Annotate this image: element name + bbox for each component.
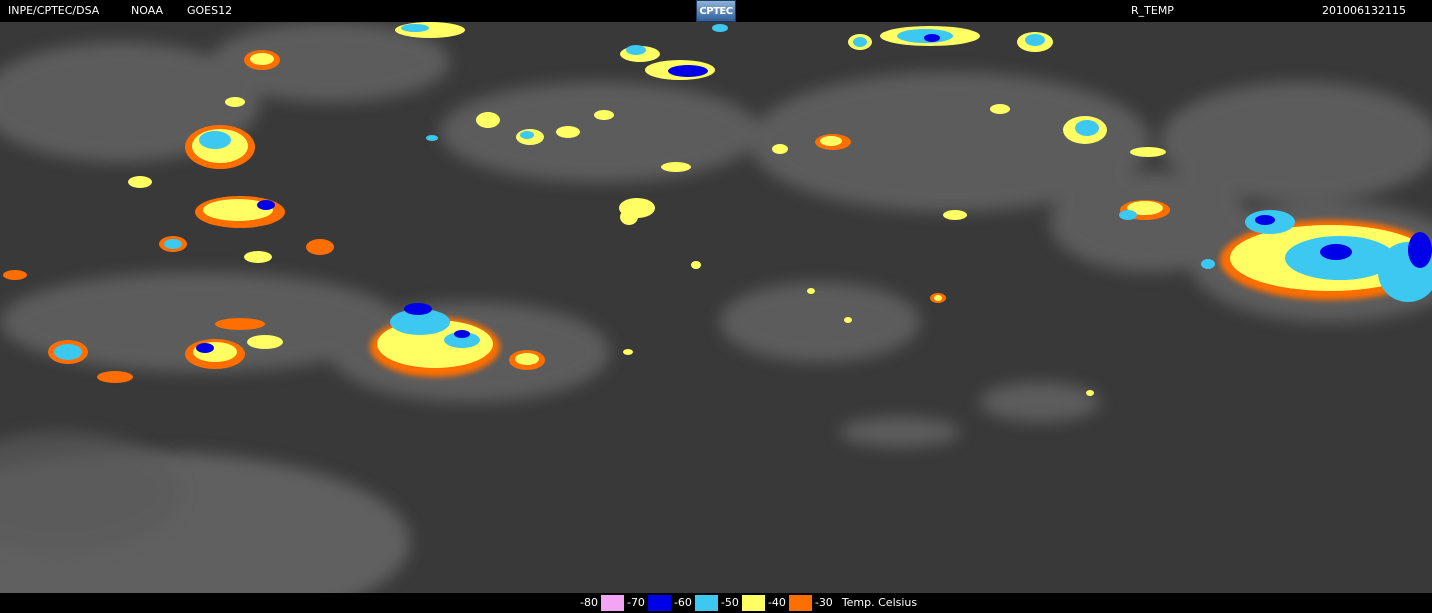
legend-bar: -80 -70 -60 -50 -40 -30 Temp. Celsius [0,593,1432,613]
logo-text: CPTEC [699,5,733,17]
legend-swatch [600,595,624,611]
product-label: R_TEMP [1131,4,1174,17]
legend-label: -40 [764,595,789,611]
legend-label: -60 [670,595,695,611]
header-bar: INPE/CPTEC/DSA NOAA GOES12 CPTEC R_TEMP … [0,0,1432,22]
satellite-image [0,22,1432,593]
agency-label: INPE/CPTEC/DSA [8,4,100,17]
cptec-logo: CPTEC [696,0,736,22]
timestamp-label: 201006132115 [1322,4,1406,17]
noaa-label: NOAA [131,4,164,17]
legend-swatch [741,595,765,611]
legend-label: -80 [577,595,601,611]
legend-swatch [694,595,718,611]
legend-caption: Temp. Celsius [841,596,918,609]
temperature-legend: -80 -70 -60 -50 -40 -30 Temp. Celsius [577,595,917,611]
legend-label: -30 [811,595,836,611]
legend-swatch [788,595,812,611]
legend-label: -50 [717,595,742,611]
legend-label: -70 [623,595,648,611]
infrared-imagery [0,22,1432,593]
satellite-label: GOES12 [187,4,233,17]
legend-swatch [647,595,671,611]
